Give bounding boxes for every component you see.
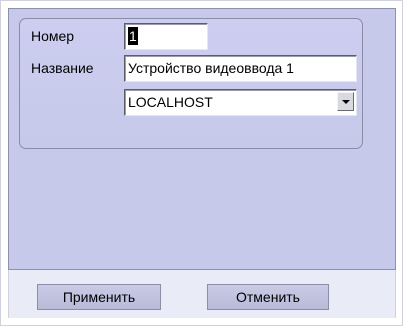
name-label: Название — [31, 60, 94, 76]
name-field[interactable]: Устройство видеоввода 1 — [124, 55, 357, 82]
settings-panel: Номер 1 Название Устройство видеоввода 1… — [8, 8, 396, 270]
number-label: Номер — [31, 28, 75, 44]
name-value: Устройство видеоввода 1 — [128, 60, 294, 76]
device-settings-group: Номер 1 Название Устройство видеоввода 1… — [19, 18, 363, 149]
host-select-value: LOCALHOST — [128, 94, 213, 110]
chevron-down-icon[interactable] — [337, 92, 354, 111]
number-field[interactable]: 1 — [124, 23, 208, 50]
cancel-button[interactable]: Отменить — [207, 284, 329, 310]
apply-button[interactable]: Применить — [37, 284, 161, 310]
host-select[interactable]: LOCALHOST — [124, 89, 357, 116]
dialog-footer: Применить Отменить — [8, 270, 396, 318]
number-value: 1 — [128, 27, 138, 45]
